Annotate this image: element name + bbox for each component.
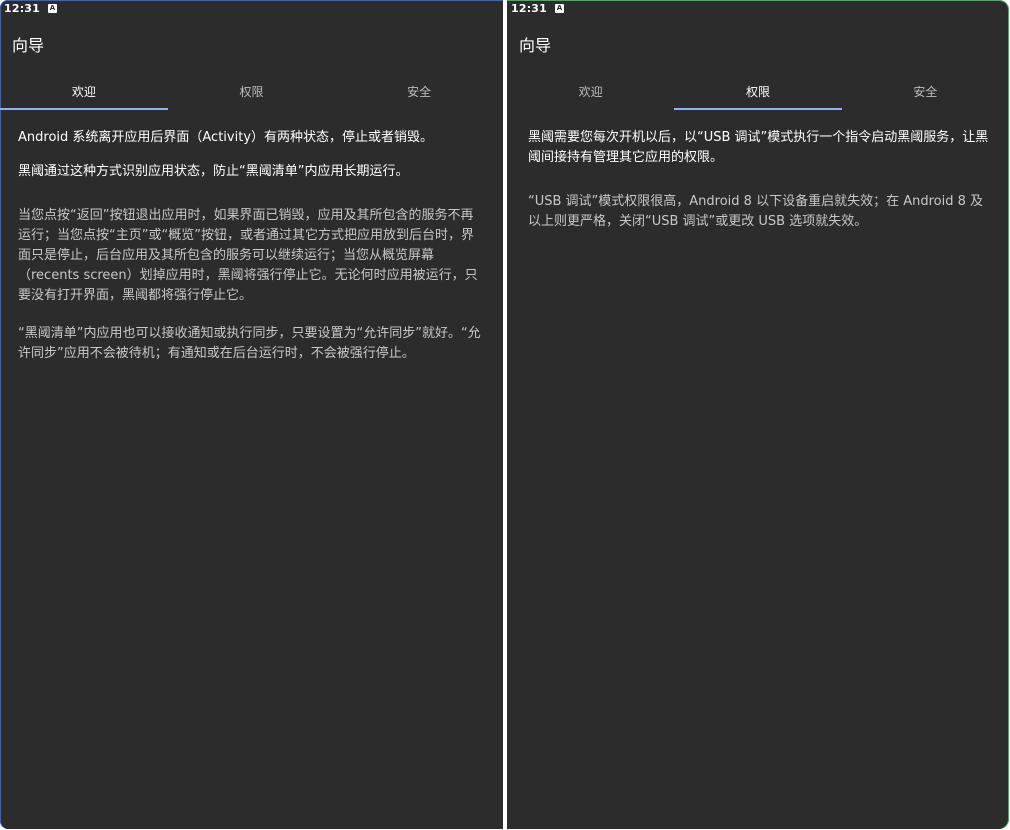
- screen-permissions: 12:31 A 向导 欢迎 权限 安全 黑阈需要您每次开机以后，以“USB 调试…: [507, 0, 1009, 829]
- tab-label: 安全: [913, 84, 938, 99]
- tab-bar: 欢迎 权限 安全: [0, 72, 503, 110]
- tab-indicator: [674, 108, 842, 110]
- tab-permissions[interactable]: 权限: [168, 72, 336, 110]
- paragraph: 黑阈通过这种方式识别应用状态，防止“黑阈清单”内应用长期运行。: [18, 164, 409, 179]
- status-time: 12:31: [4, 1, 41, 15]
- app-bar: 向导: [0, 16, 503, 72]
- tab-permissions[interactable]: 权限: [674, 72, 842, 110]
- status-bar: 12:31 A: [0, 0, 503, 16]
- notification-a-icon: A: [555, 3, 565, 13]
- dual-screen-frame: 12:31 A 向导 欢迎 权限 安全 Android 系统离开应用后界面（Ac…: [0, 0, 1010, 830]
- tab-bar: 欢迎 权限 安全: [507, 72, 1009, 110]
- tab-label: 权限: [745, 84, 770, 99]
- permissions-content: 黑阈需要您每次开机以后，以“USB 调试”模式执行一个指令启动黑阈服务，让黑阈间…: [507, 110, 1009, 232]
- paragraph: 当您点按“返回”按钮退出应用时，如果界面已销毁，应用及其所包含的服务不再运行；当…: [18, 208, 478, 303]
- paragraph: Android 系统离开应用后界面（Activity）有两种状态，停止或者销毁。: [18, 130, 434, 145]
- status-time: 12:31: [511, 1, 548, 15]
- paragraph: 黑阈需要您每次开机以后，以“USB 调试”模式执行一个指令启动黑阈服务，让黑阈间…: [528, 130, 989, 165]
- status-bar: 12:31 A: [507, 0, 1009, 16]
- tab-indicator: [0, 108, 168, 110]
- tab-welcome[interactable]: 欢迎: [507, 72, 674, 110]
- paragraph: “黑阈清单”内应用也可以接收通知或执行同步，只要设置为“允许同步”就好。“允许同…: [18, 326, 481, 361]
- app-bar-title: 向导: [519, 36, 552, 55]
- tab-label: 权限: [239, 84, 264, 99]
- tab-security[interactable]: 安全: [335, 72, 503, 110]
- notification-a-icon: A: [48, 3, 58, 13]
- tab-label: 欢迎: [71, 84, 96, 99]
- tab-label: 安全: [407, 84, 432, 99]
- welcome-content: Android 系统离开应用后界面（Activity）有两种状态，停止或者销毁。…: [0, 110, 503, 364]
- tab-welcome[interactable]: 欢迎: [0, 72, 168, 110]
- app-bar: 向导: [507, 16, 1009, 72]
- screen-welcome: 12:31 A 向导 欢迎 权限 安全 Android 系统离开应用后界面（Ac…: [0, 0, 503, 829]
- tab-label: 欢迎: [578, 84, 603, 99]
- paragraph: “USB 调试”模式权限很高，Android 8 以下设备重启就失效；在 And…: [528, 194, 984, 229]
- tab-security[interactable]: 安全: [842, 72, 1009, 110]
- app-bar-title: 向导: [12, 36, 45, 55]
